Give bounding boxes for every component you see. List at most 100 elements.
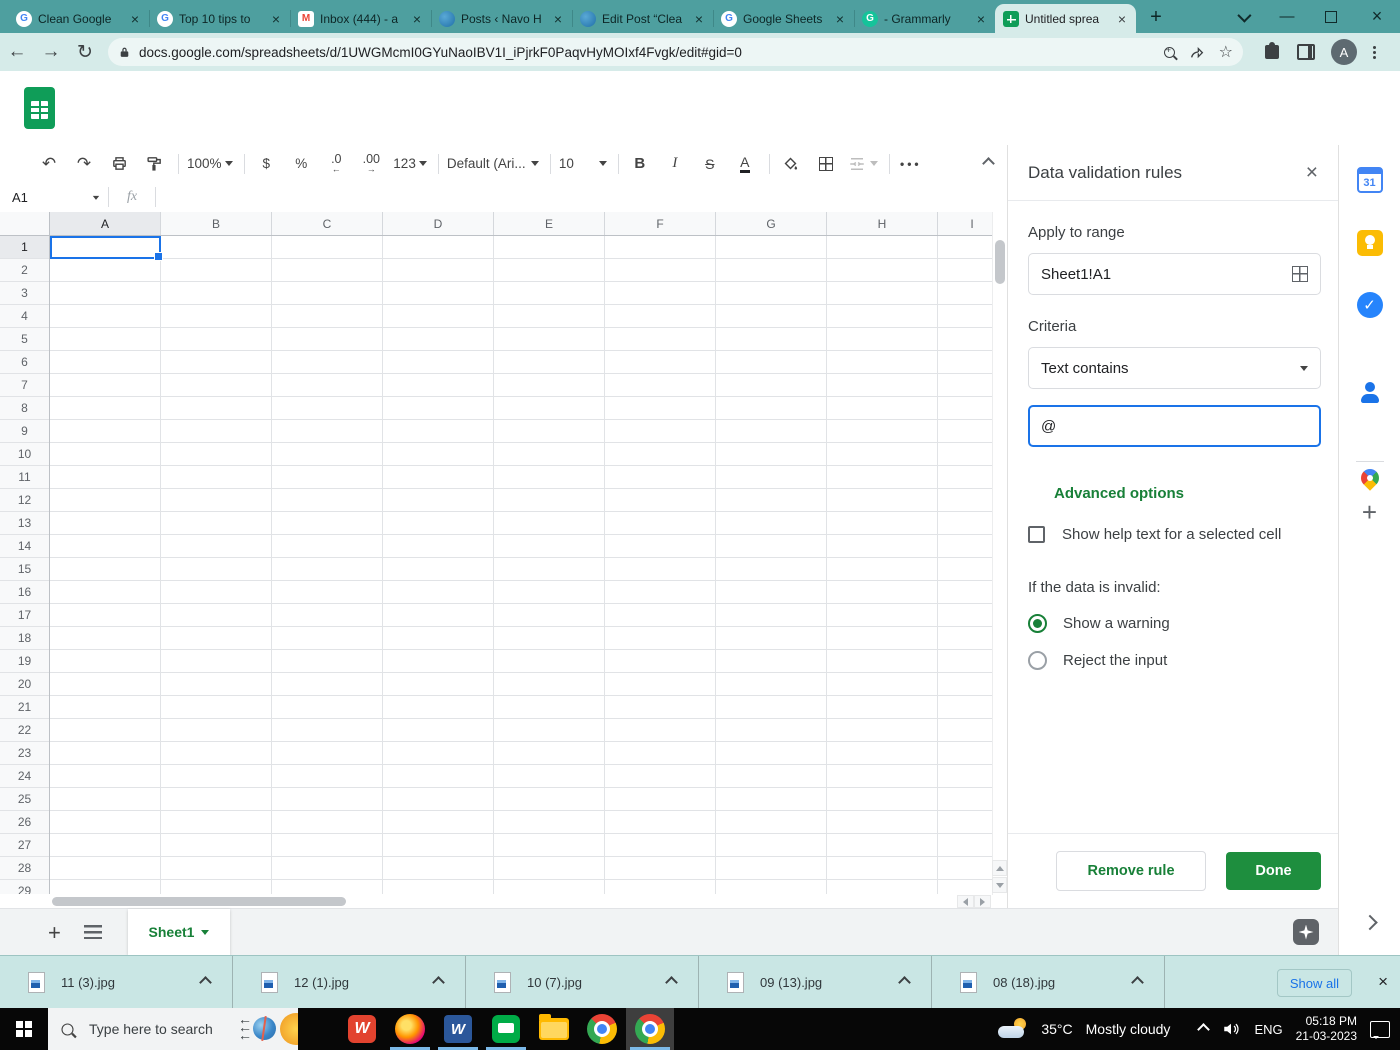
- forward-button[interactable]: →: [34, 41, 68, 63]
- formula-input[interactable]: [156, 182, 1007, 212]
- vertical-scrollbar-thumb[interactable]: [995, 240, 1005, 284]
- download-chevron-icon[interactable]: [1131, 976, 1144, 989]
- scroll-up-button[interactable]: [992, 860, 1007, 876]
- column-header-E[interactable]: E: [494, 212, 605, 235]
- column-header-A[interactable]: A: [50, 212, 161, 235]
- window-close-button[interactable]: ×: [1360, 0, 1394, 33]
- remove-rule-button[interactable]: Remove rule: [1056, 851, 1206, 891]
- browser-profile-avatar[interactable]: A: [1331, 39, 1357, 65]
- download-chevron-icon[interactable]: [898, 976, 911, 989]
- sheet-tab-sheet1[interactable]: Sheet1: [128, 909, 230, 955]
- language-indicator[interactable]: ENG: [1254, 1022, 1282, 1037]
- column-header-D[interactable]: D: [383, 212, 494, 235]
- number-format-button[interactable]: 123: [393, 151, 427, 177]
- tab-close-icon[interactable]: ×: [834, 11, 846, 27]
- taskbar-search-box[interactable]: Type here to search ← ← ←: [48, 1008, 298, 1050]
- bookmark-star-icon[interactable]: ☆: [1219, 42, 1233, 62]
- browser-tab[interactable]: Untitled sprea ×: [995, 4, 1136, 33]
- row-header-13[interactable]: 13: [0, 512, 49, 535]
- browser-tab[interactable]: G Top 10 tips to ×: [149, 4, 290, 33]
- column-header-B[interactable]: B: [161, 212, 272, 235]
- scroll-down-button[interactable]: [992, 877, 1007, 893]
- browser-menu-icon[interactable]: [1373, 45, 1376, 59]
- zoom-select[interactable]: 100%: [187, 151, 234, 177]
- fill-handle[interactable]: [154, 252, 163, 261]
- undo-button[interactable]: ↶: [36, 151, 62, 177]
- row-header-24[interactable]: 24: [0, 765, 49, 788]
- download-item[interactable]: 11 (3).jpg: [0, 956, 233, 1008]
- row-header-10[interactable]: 10: [0, 443, 49, 466]
- done-button[interactable]: Done: [1226, 852, 1321, 890]
- borders-button[interactable]: [813, 151, 839, 177]
- column-header-H[interactable]: H: [827, 212, 938, 235]
- criteria-value-input[interactable]: @: [1028, 405, 1321, 447]
- zoom-icon[interactable]: [1163, 45, 1175, 58]
- sheets-logo-icon[interactable]: [24, 87, 55, 129]
- spreadsheet-cells[interactable]: [50, 236, 1007, 894]
- row-header-20[interactable]: 20: [0, 673, 49, 696]
- reject-input-radio[interactable]: [1028, 651, 1047, 670]
- range-input[interactable]: Sheet1!A1: [1028, 253, 1321, 295]
- decrease-decimal-button[interactable]: .0 ←: [323, 151, 349, 177]
- name-box[interactable]: A1: [0, 190, 108, 205]
- font-size-select[interactable]: 10: [559, 151, 607, 177]
- select-range-icon[interactable]: [1292, 266, 1308, 282]
- row-header-15[interactable]: 15: [0, 558, 49, 581]
- new-tab-button[interactable]: +: [1143, 4, 1169, 30]
- row-header-2[interactable]: 2: [0, 259, 49, 282]
- window-minimize-button[interactable]: —: [1270, 0, 1304, 33]
- tab-close-icon[interactable]: ×: [129, 11, 141, 27]
- tab-close-icon[interactable]: ×: [411, 11, 423, 27]
- row-header-1[interactable]: 1: [0, 236, 49, 259]
- column-header-F[interactable]: F: [605, 212, 716, 235]
- row-header-23[interactable]: 23: [0, 742, 49, 765]
- help-text-checkbox[interactable]: [1028, 526, 1045, 543]
- download-chevron-icon[interactable]: [432, 976, 445, 989]
- browser-tab[interactable]: G Clean Google ×: [8, 4, 149, 33]
- row-header-29[interactable]: 29: [0, 880, 49, 894]
- row-header-6[interactable]: 6: [0, 351, 49, 374]
- row-header-11[interactable]: 11: [0, 466, 49, 489]
- download-chevron-icon[interactable]: [665, 976, 678, 989]
- start-button[interactable]: [0, 1008, 48, 1050]
- row-header-18[interactable]: 18: [0, 627, 49, 650]
- text-color-button[interactable]: A: [732, 151, 758, 177]
- browser-tab[interactable]: Edit Post “Clea ×: [572, 4, 713, 33]
- fill-color-button[interactable]: [778, 151, 804, 177]
- clock[interactable]: 05:18 PM 21-03-2023: [1296, 1014, 1357, 1044]
- tab-close-icon[interactable]: ×: [975, 11, 987, 27]
- bold-button[interactable]: B: [627, 151, 653, 177]
- print-button[interactable]: [106, 151, 132, 177]
- row-header-8[interactable]: 8: [0, 397, 49, 420]
- contacts-icon[interactable]: [1357, 380, 1383, 406]
- font-select[interactable]: Default (Ari...: [447, 151, 539, 177]
- tab-close-icon[interactable]: ×: [270, 11, 282, 27]
- share-page-icon[interactable]: [1189, 44, 1205, 60]
- row-header-12[interactable]: 12: [0, 489, 49, 512]
- column-header-C[interactable]: C: [272, 212, 383, 235]
- hide-menus-chevron-icon[interactable]: [982, 155, 995, 173]
- scroll-right-button[interactable]: [974, 895, 991, 908]
- notification-center-icon[interactable]: [1370, 1020, 1390, 1039]
- browser-tab[interactable]: G Google Sheets ×: [713, 4, 854, 33]
- taskbar-app-wps[interactable]: W: [338, 1008, 386, 1050]
- criteria-dropdown[interactable]: Text contains: [1028, 347, 1321, 389]
- show-warning-radio[interactable]: [1028, 614, 1047, 633]
- paint-format-button[interactable]: [141, 151, 167, 177]
- row-header-17[interactable]: 17: [0, 604, 49, 627]
- row-header-3[interactable]: 3: [0, 282, 49, 305]
- browser-tab[interactable]: G - Grammarly ×: [854, 4, 995, 33]
- browser-tab[interactable]: M Inbox (444) - a ×: [290, 4, 431, 33]
- all-sheets-icon[interactable]: [84, 925, 102, 939]
- download-item[interactable]: 08 (18).jpg: [932, 956, 1165, 1008]
- row-header-22[interactable]: 22: [0, 719, 49, 742]
- row-header-16[interactable]: 16: [0, 581, 49, 604]
- download-item[interactable]: 10 (7).jpg: [466, 956, 699, 1008]
- keep-icon[interactable]: [1356, 230, 1383, 256]
- row-header-4[interactable]: 4: [0, 305, 49, 328]
- increase-decimal-button[interactable]: .00 →: [358, 151, 384, 177]
- address-bar[interactable]: docs.google.com/spreadsheets/d/1UWGMcmI0…: [108, 38, 1243, 66]
- column-header-G[interactable]: G: [716, 212, 827, 235]
- panel-close-icon[interactable]: ×: [1306, 161, 1318, 185]
- row-header-27[interactable]: 27: [0, 834, 49, 857]
